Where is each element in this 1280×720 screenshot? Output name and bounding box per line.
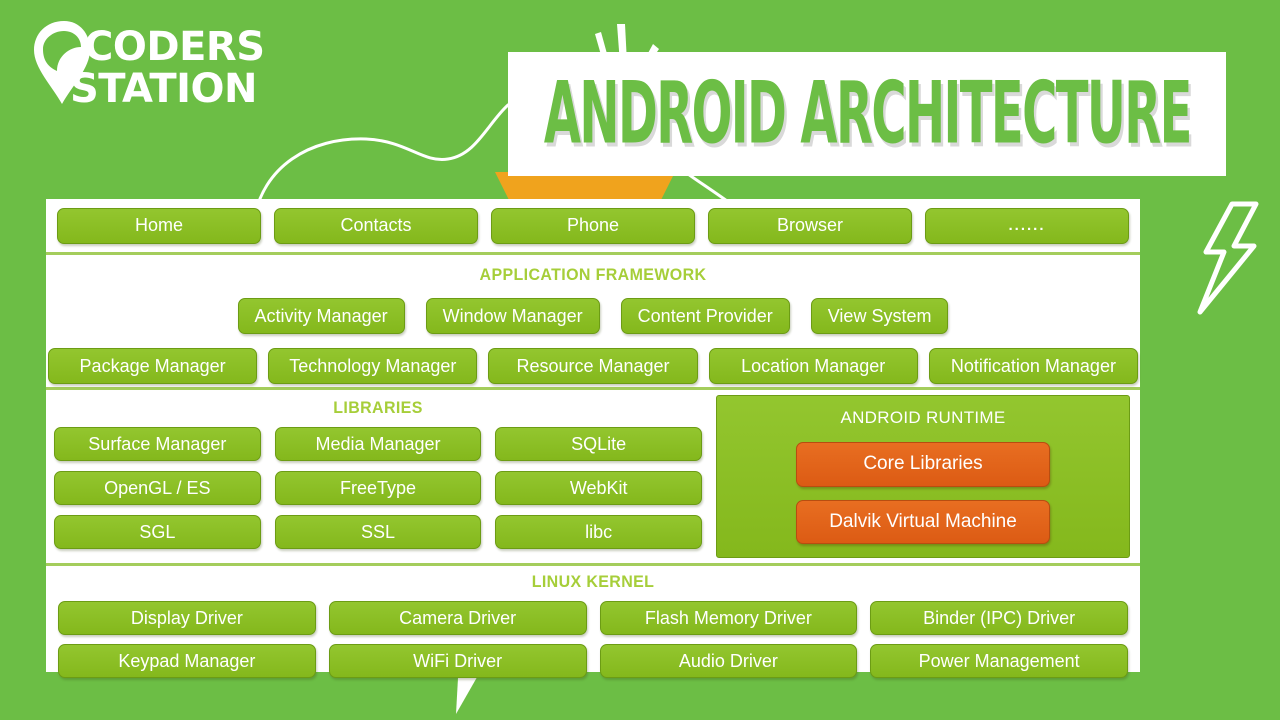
libraries-column-1: Surface Manager OpenGL / ES SGL bbox=[54, 427, 261, 549]
runtime-item-dalvik-virtual-machine[interactable]: Dalvik Virtual Machine bbox=[796, 499, 1050, 544]
library-item-surface-manager[interactable]: Surface Manager bbox=[54, 427, 261, 461]
app-button-home[interactable]: Home bbox=[57, 207, 261, 244]
app-button-contacts[interactable]: Contacts bbox=[274, 207, 478, 244]
linux-kernel-heading: LINUX KERNEL bbox=[531, 572, 655, 591]
application-framework-heading: APPLICATION FRAMEWORK bbox=[479, 265, 707, 285]
lightning-bolt-icon bbox=[1197, 201, 1259, 315]
libraries-column-3: SQLite WebKit libc bbox=[495, 427, 703, 549]
kernel-item-flash-memory-driver[interactable]: Flash Memory Driver bbox=[599, 601, 858, 635]
library-item-sgl[interactable]: SGL bbox=[54, 515, 261, 549]
kernel-row-1: Display Driver Camera Driver Flash Memor… bbox=[46, 601, 1140, 635]
title-card: ANDROID ARCHITECTURE bbox=[508, 52, 1226, 176]
framework-item-window-manager[interactable]: Window Manager bbox=[425, 298, 600, 335]
app-button-phone[interactable]: Phone bbox=[491, 207, 695, 244]
kernel-row-2: Keypad Manager WiFi Driver Audio Driver … bbox=[46, 644, 1140, 678]
framework-row-1: Activity Manager Window Manager Content … bbox=[46, 298, 1140, 335]
app-button-browser[interactable]: Browser bbox=[708, 207, 912, 244]
android-architecture-diagram: Home Contacts Phone Browser ...... APPLI… bbox=[46, 199, 1140, 678]
linux-kernel-band: LINUX KERNEL Display Driver Camera Drive… bbox=[46, 566, 1140, 678]
framework-item-resource-manager[interactable]: Resource Manager bbox=[488, 348, 698, 385]
libraries-grid: Surface Manager OpenGL / ES SGL Media Ma… bbox=[46, 427, 710, 549]
kernel-item-wifi-driver[interactable]: WiFi Driver bbox=[328, 644, 587, 678]
library-item-webkit[interactable]: WebKit bbox=[495, 471, 703, 505]
android-runtime-section: ANDROID RUNTIME Core Libraries Dalvik Vi… bbox=[710, 390, 1140, 563]
framework-row-2: Package Manager Technology Manager Resou… bbox=[46, 348, 1140, 385]
framework-item-package-manager[interactable]: Package Manager bbox=[48, 348, 258, 385]
library-item-libc[interactable]: libc bbox=[495, 515, 703, 549]
android-runtime-box: ANDROID RUNTIME Core Libraries Dalvik Vi… bbox=[716, 395, 1130, 558]
runtime-item-core-libraries[interactable]: Core Libraries bbox=[796, 442, 1050, 487]
library-item-freetype[interactable]: FreeType bbox=[274, 471, 482, 505]
framework-item-location-manager[interactable]: Location Manager bbox=[708, 348, 918, 385]
kernel-item-binder-ipc-driver[interactable]: Binder (IPC) Driver bbox=[870, 601, 1128, 635]
kernel-item-keypad-manager[interactable]: Keypad Manager bbox=[58, 644, 316, 678]
framework-item-content-provider[interactable]: Content Provider bbox=[620, 298, 790, 335]
android-runtime-heading: ANDROID RUNTIME bbox=[840, 408, 1006, 427]
library-item-media-manager[interactable]: Media Manager bbox=[274, 427, 482, 461]
kernel-item-camera-driver[interactable]: Camera Driver bbox=[328, 601, 587, 635]
library-item-opengl-es[interactable]: OpenGL / ES bbox=[54, 471, 261, 505]
framework-item-activity-manager[interactable]: Activity Manager bbox=[237, 298, 405, 335]
library-item-ssl[interactable]: SSL bbox=[274, 515, 482, 549]
page-title: ANDROID ARCHITECTURE bbox=[543, 64, 1193, 164]
applications-band: Home Contacts Phone Browser ...... bbox=[46, 199, 1140, 253]
app-button-more[interactable]: ...... bbox=[925, 207, 1129, 244]
kernel-item-audio-driver[interactable]: Audio Driver bbox=[599, 644, 858, 678]
kernel-item-power-management[interactable]: Power Management bbox=[870, 644, 1128, 678]
framework-item-technology-manager[interactable]: Technology Manager bbox=[268, 348, 478, 385]
libraries-runtime-band: LIBRARIES Surface Manager OpenGL / ES SG… bbox=[46, 390, 1140, 563]
libraries-column-2: Media Manager FreeType SSL bbox=[274, 427, 482, 549]
library-item-sqlite[interactable]: SQLite bbox=[495, 427, 703, 461]
application-framework-band: APPLICATION FRAMEWORK Activity Manager W… bbox=[46, 255, 1140, 387]
kernel-item-display-driver[interactable]: Display Driver bbox=[58, 601, 316, 635]
logo-text-line1: CODERS bbox=[84, 24, 265, 70]
logo-text-line2: STATION bbox=[70, 66, 257, 110]
libraries-heading: LIBRARIES bbox=[333, 398, 423, 417]
framework-item-view-system[interactable]: View System bbox=[810, 298, 949, 335]
libraries-section: LIBRARIES Surface Manager OpenGL / ES SG… bbox=[46, 390, 710, 563]
framework-item-notification-manager[interactable]: Notification Manager bbox=[928, 348, 1139, 385]
